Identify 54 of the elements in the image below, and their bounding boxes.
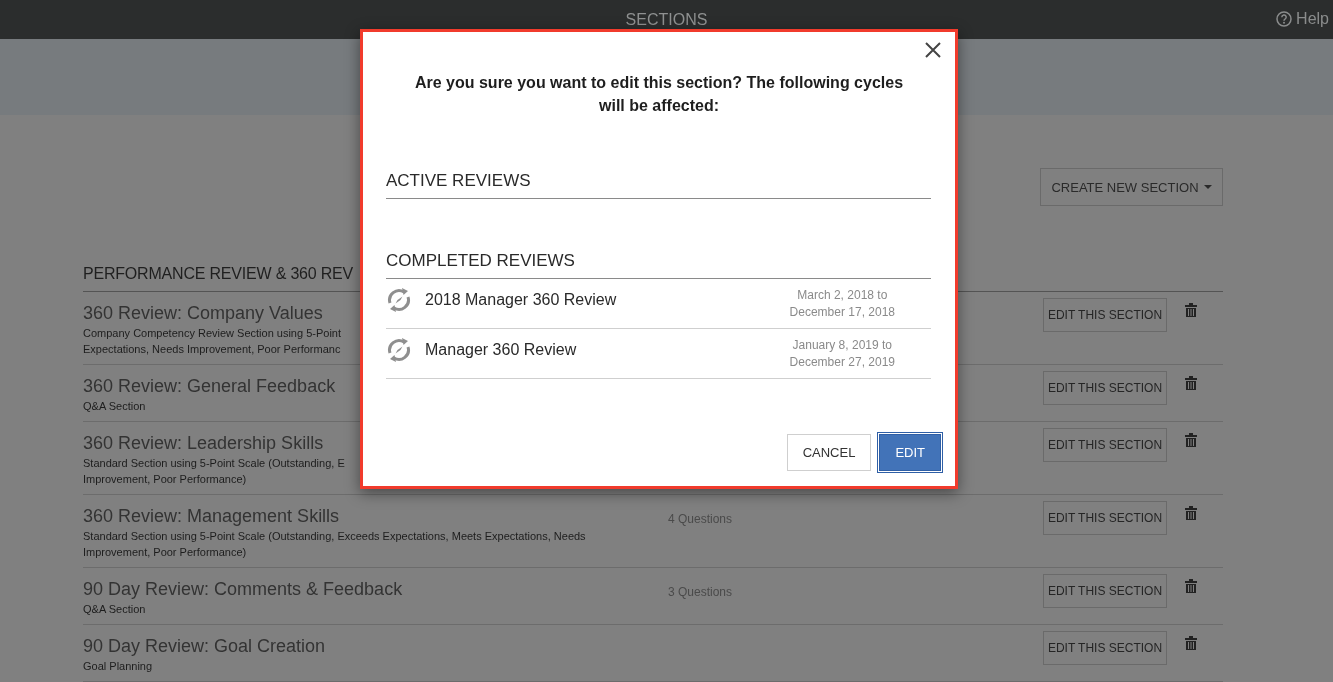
review-group-title: COMPLETED REVIEWS xyxy=(386,251,931,279)
close-icon xyxy=(925,42,941,58)
close-button[interactable] xyxy=(925,42,941,58)
section-description: Improvement, Poor Performance) xyxy=(83,472,247,487)
section-description: Company Competency Review Section using 5-Point xyxy=(83,326,342,341)
section-description: Q&A Section xyxy=(83,602,146,617)
cycle-dates: December 27, 2019 xyxy=(789,354,895,371)
cycle-name: 2018 Manager 360 Review xyxy=(425,291,617,309)
section-title: 90 Day Review: Comments & Feedback xyxy=(83,578,404,601)
cycle-icon xyxy=(386,337,412,363)
trash-icon xyxy=(1185,303,1197,317)
cycle-dates: January 8, 2019 to xyxy=(791,337,893,354)
edit-section-button[interactable]: EDIT THIS SECTION xyxy=(1043,631,1167,665)
delete-button[interactable] xyxy=(1185,376,1197,390)
dialog-message: Are you sure you want to edit this section? The following cycles will be affected: xyxy=(413,73,905,116)
edit-section-button[interactable]: EDIT THIS SECTION xyxy=(1043,574,1167,608)
section-description: Goal Planning xyxy=(83,659,153,674)
delete-button[interactable] xyxy=(1185,636,1197,650)
edit-section-button[interactable]: EDIT THIS SECTION xyxy=(1043,298,1167,332)
delete-button[interactable] xyxy=(1185,303,1197,317)
help-icon xyxy=(1276,11,1293,27)
section-description: Expectations, Needs Improvement, Poor Performanc xyxy=(83,342,341,357)
edit-section-button[interactable]: EDIT THIS SECTION xyxy=(1043,501,1167,535)
section-title: 360 Review: General Feedback xyxy=(83,375,337,398)
section-title: 90 Day Review: Goal Creation xyxy=(83,635,327,658)
cycle-dates: March 2, 2018 to xyxy=(796,287,889,304)
edit-button[interactable]: EDIT xyxy=(879,434,941,471)
delete-button[interactable] xyxy=(1185,433,1197,447)
section-description: Standard Section using 5-Point Scale (Outstanding, Exceeds Expectations, Meets Expectations, Needs xyxy=(83,529,586,544)
delete-button[interactable] xyxy=(1185,579,1197,593)
section-title: 360 Review: Company Values xyxy=(83,302,324,325)
review-group-title: ACTIVE REVIEWS xyxy=(386,171,931,199)
trash-icon xyxy=(1185,636,1197,650)
group-title: PERFORMANCE REVIEW & 360 REV xyxy=(83,265,354,282)
cycle-icon xyxy=(386,287,412,313)
edit-section-button[interactable]: EDIT THIS SECTION xyxy=(1043,428,1167,462)
create-new-section-button[interactable]: CREATE NEW SECTION xyxy=(1040,168,1223,206)
caret-icon xyxy=(1203,185,1212,189)
section-description: Standard Section using 5-Point Scale (Outstanding, E xyxy=(83,456,345,471)
help-link[interactable]: Help xyxy=(1276,10,1329,28)
cycle-dates: December 17, 2018 xyxy=(789,304,895,321)
page-title: SECTIONS xyxy=(625,10,708,29)
edit-section-button[interactable]: EDIT THIS SECTION xyxy=(1043,371,1167,405)
trash-icon xyxy=(1185,376,1197,390)
trash-icon xyxy=(1185,433,1197,447)
cancel-button[interactable]: CANCEL xyxy=(786,434,872,471)
trash-icon xyxy=(1185,579,1197,593)
section-description: Q&A Section xyxy=(83,399,146,414)
section-description: Improvement, Poor Performance) xyxy=(83,545,247,560)
section-title: 360 Review: Management Skills xyxy=(83,505,341,528)
cycle-name: Manager 360 Review xyxy=(425,341,577,359)
section-title: 360 Review: Leadership Skills xyxy=(83,432,325,455)
delete-button[interactable] xyxy=(1185,506,1197,520)
trash-icon xyxy=(1185,506,1197,520)
